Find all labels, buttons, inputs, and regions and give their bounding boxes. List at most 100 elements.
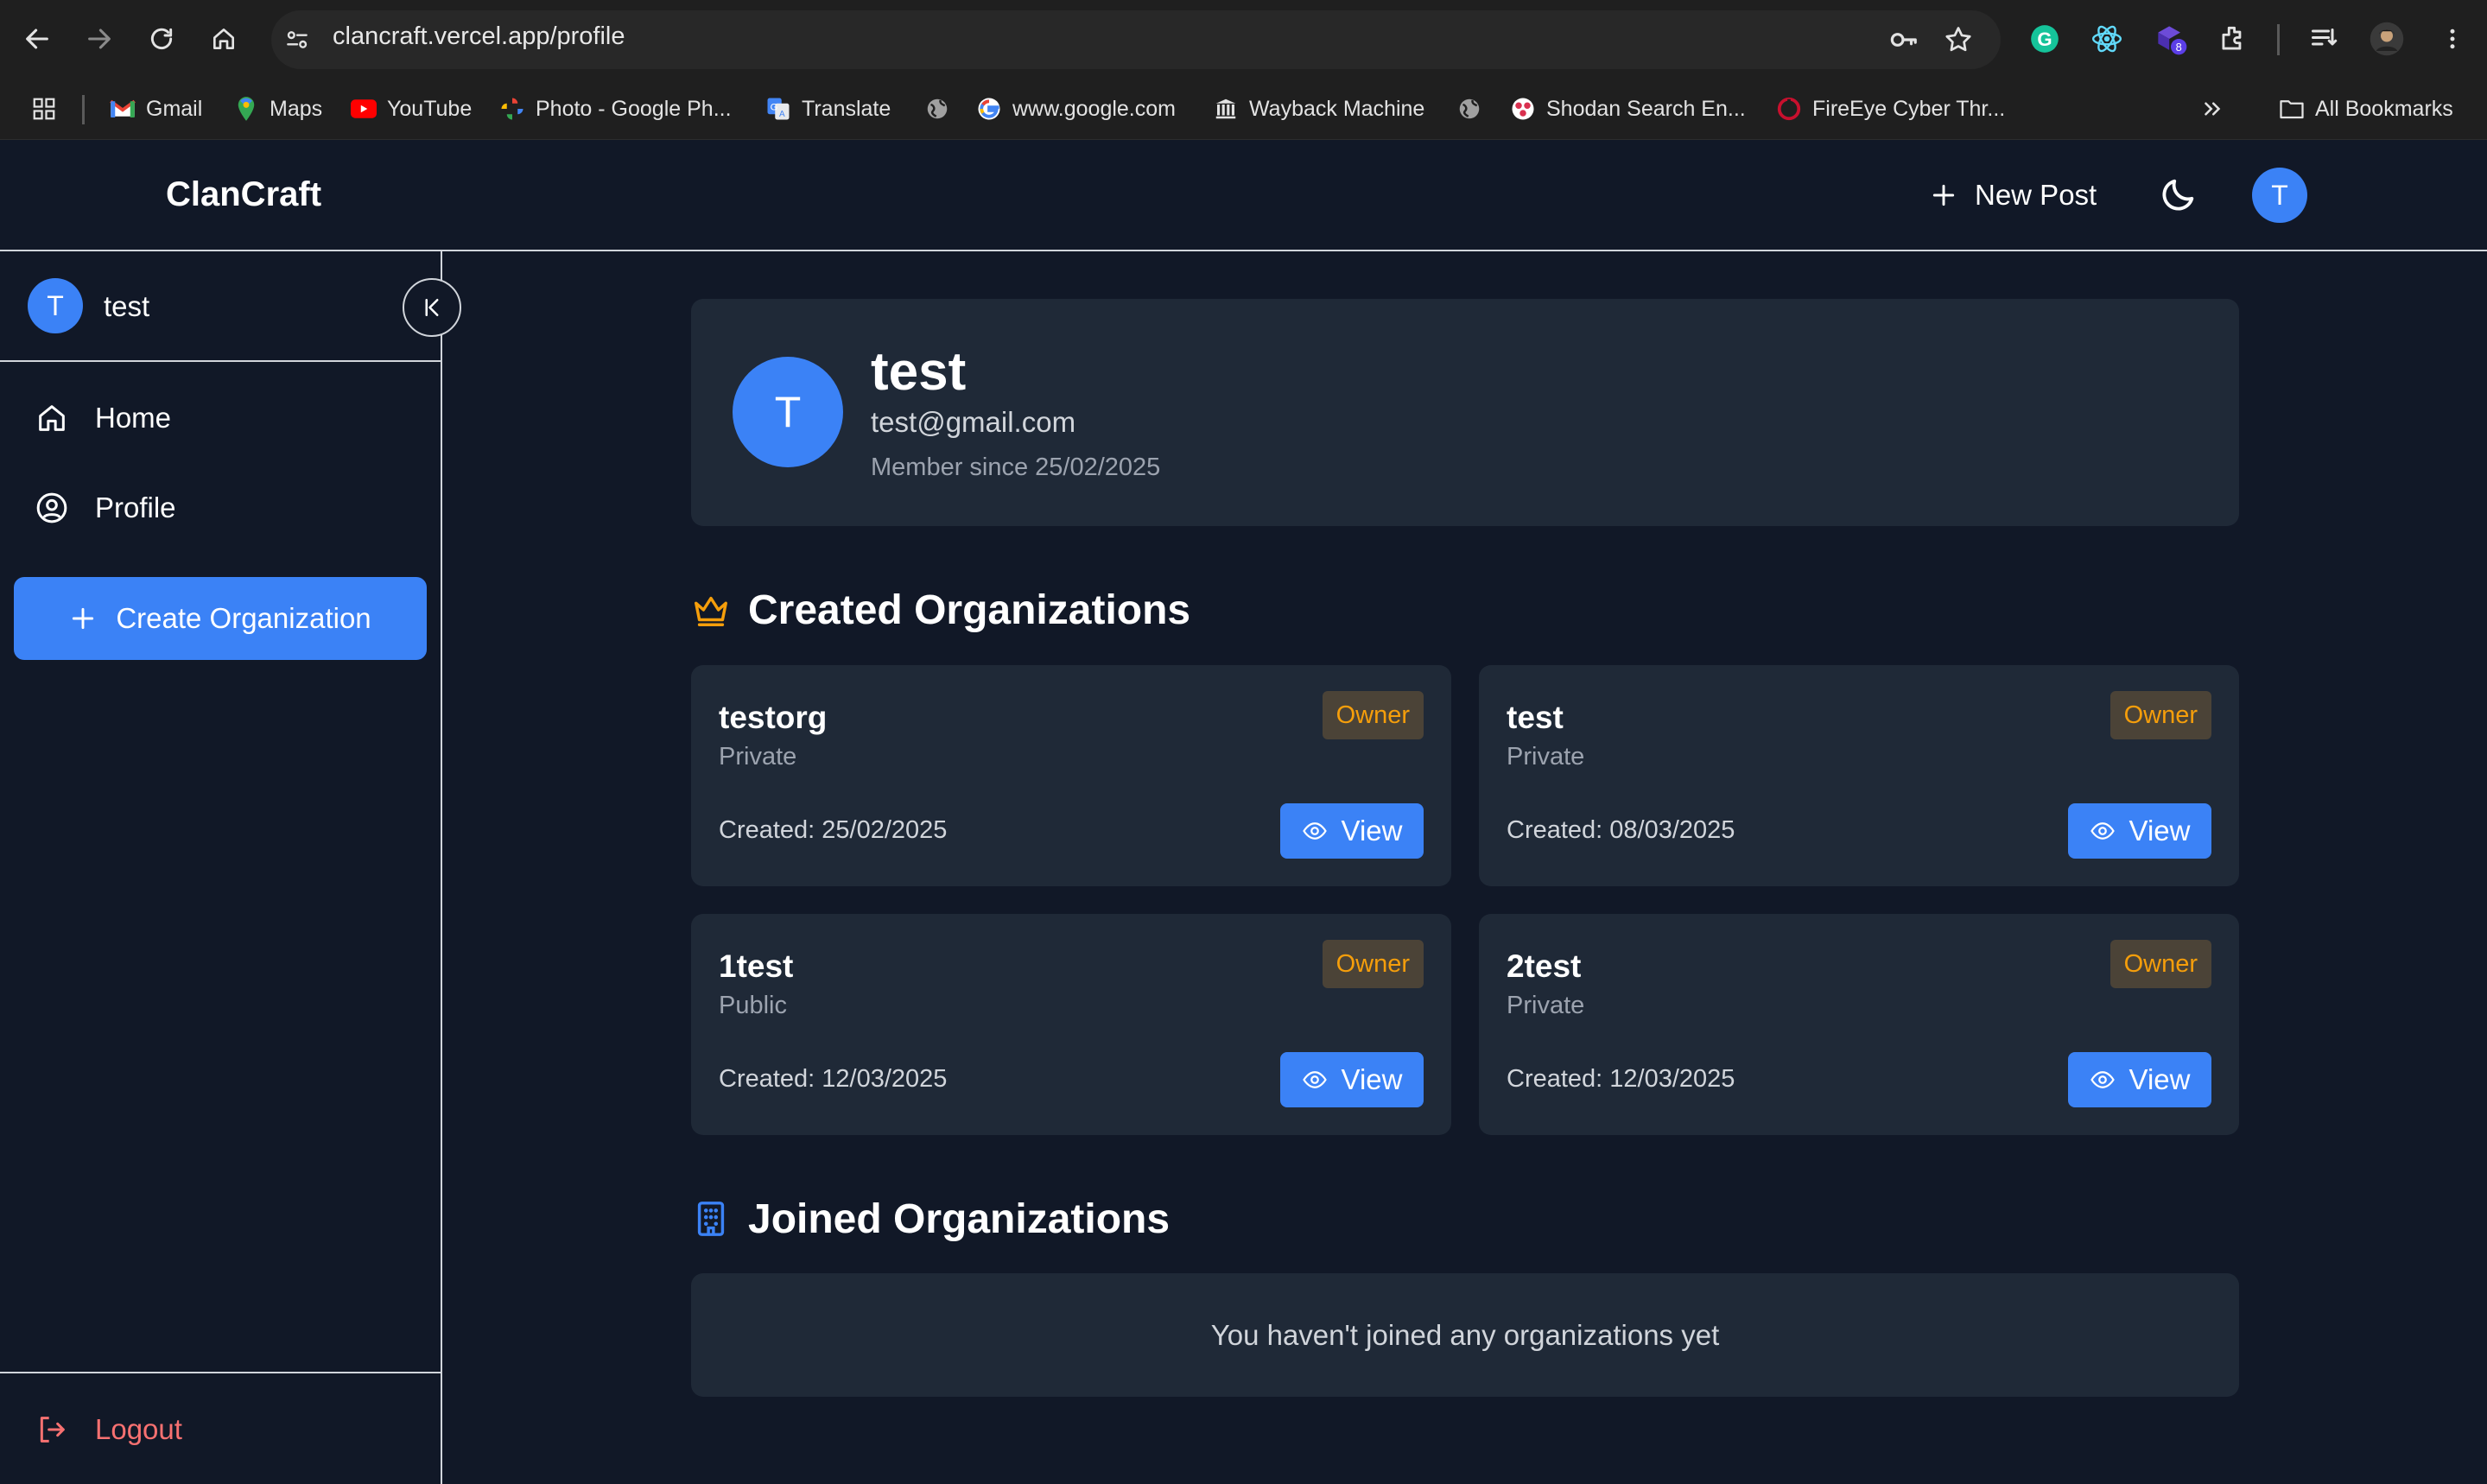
- logout-icon: [40, 1417, 65, 1443]
- globe-icon: [924, 96, 950, 122]
- bookmark-fireeye[interactable]: FireEye Cyber Thr...: [1776, 93, 2005, 124]
- youtube-icon: [351, 96, 377, 122]
- bookmark-label: FireEye Cyber Thr...: [1812, 96, 2006, 121]
- collapse-sidebar-button[interactable]: [403, 278, 461, 337]
- building-icon: [697, 1202, 725, 1236]
- org-visibility: Private: [719, 743, 797, 771]
- bookmark-label: Translate: [802, 96, 891, 121]
- created-organizations-heading: Created Organizations: [691, 584, 1190, 636]
- extensions-puzzle-icon[interactable]: [2213, 19, 2253, 59]
- forward-button[interactable]: [79, 19, 119, 59]
- eye-icon: [1302, 822, 1327, 840]
- bookmark-globe-2[interactable]: [1456, 93, 1482, 124]
- plus-icon: [73, 607, 94, 630]
- bookmark-translate[interactable]: GA Translate: [765, 93, 891, 124]
- org-visibility: Public: [719, 992, 787, 1019]
- home-icon: [39, 405, 65, 431]
- brand-logo[interactable]: ClanCraft: [166, 175, 321, 214]
- reload-button[interactable]: [142, 19, 181, 59]
- password-key-icon[interactable]: [1886, 22, 1920, 57]
- react-devtools-extension-icon[interactable]: [2087, 19, 2127, 59]
- user-circle-icon: [36, 492, 67, 523]
- bookmark-gmail[interactable]: Gmail: [110, 93, 202, 124]
- reload-icon: [150, 28, 173, 49]
- more-bookmarks-chevron-icon[interactable]: [2199, 93, 2225, 124]
- sidebar-item-home[interactable]: Home: [35, 394, 171, 442]
- org-created-date: Created: 12/03/2025: [1507, 1065, 1735, 1093]
- logout-label: Logout: [95, 1413, 182, 1445]
- org-created-date: Created: 12/03/2025: [719, 1065, 948, 1093]
- org-created-date: Created: 25/02/2025: [719, 816, 948, 844]
- folder-icon: [2279, 96, 2305, 122]
- org-visibility: Private: [1507, 743, 1585, 771]
- joined-organizations-heading: Joined Organizations: [691, 1193, 1170, 1245]
- view-org-button[interactable]: View: [2068, 803, 2211, 859]
- arrow-right-icon: [88, 29, 111, 49]
- sidebar-item-label: Home: [95, 402, 172, 434]
- back-button[interactable]: [17, 19, 57, 59]
- purple-extension-icon[interactable]: 8: [2151, 19, 2191, 59]
- bookmark-label: Gmail: [146, 96, 203, 121]
- globe-icon: [1456, 96, 1482, 122]
- crown-icon: [695, 596, 727, 626]
- view-org-button[interactable]: View: [1280, 1052, 1424, 1107]
- profile-avatar: T: [733, 357, 843, 467]
- org-card-test: test Private Created: 08/03/2025 Owner V…: [1479, 665, 2239, 886]
- chrome-menu-icon[interactable]: [2433, 19, 2472, 59]
- bookmark-star-icon[interactable]: [1941, 22, 1976, 57]
- svg-text:8: 8: [2176, 41, 2182, 54]
- all-bookmarks-label: All Bookmarks: [2315, 96, 2453, 121]
- sidebar-item-profile[interactable]: Profile: [35, 484, 176, 532]
- view-label: View: [2129, 1063, 2191, 1095]
- org-name: 1test: [719, 948, 794, 984]
- bookmark-shodan[interactable]: Shodan Search En...: [1510, 93, 1746, 124]
- view-org-button[interactable]: View: [1280, 803, 1424, 859]
- org-card-testorg: testorg Private Created: 25/02/2025 Owne…: [691, 665, 1451, 886]
- bookmark-globe[interactable]: [924, 93, 950, 124]
- owner-badge: Owner: [1322, 940, 1424, 988]
- bookmark-wayback[interactable]: Wayback Machine: [1213, 93, 1424, 124]
- section-title-text: Joined Organizations: [748, 1195, 1171, 1242]
- svg-text:A: A: [779, 110, 785, 119]
- bookmark-label: www.google.com: [1012, 96, 1176, 121]
- all-bookmarks[interactable]: All Bookmarks: [2279, 93, 2453, 124]
- org-card-2test: 2test Private Created: 12/03/2025 Owner …: [1479, 914, 2239, 1135]
- google-translate-icon: GA: [765, 96, 791, 122]
- reading-list-icon[interactable]: [2305, 19, 2344, 59]
- browser-profile-avatar[interactable]: [2367, 19, 2407, 59]
- fireeye-icon: [1776, 96, 1802, 122]
- bookmark-youtube[interactable]: YouTube: [351, 93, 472, 124]
- grammarly-extension-icon[interactable]: G: [2025, 19, 2065, 59]
- bookmark-google[interactable]: www.google.com: [976, 93, 1176, 124]
- eye-icon: [2090, 822, 2115, 840]
- site-settings-icon[interactable]: [282, 26, 313, 54]
- svg-text:G: G: [2037, 29, 2052, 50]
- view-label: View: [2129, 815, 2191, 847]
- bookmark-photos[interactable]: Photo - Google Ph...: [499, 93, 732, 124]
- bookmark-maps[interactable]: Maps: [233, 93, 322, 124]
- logout-button[interactable]: Logout: [35, 1405, 182, 1454]
- svg-text:G: G: [771, 102, 778, 112]
- eye-icon: [1302, 1071, 1327, 1088]
- shodan-icon: [1510, 96, 1536, 122]
- new-post-button[interactable]: New Post: [1930, 173, 2097, 218]
- home-browser-button[interactable]: [204, 19, 244, 59]
- collapse-left-icon: [425, 299, 439, 316]
- owner-badge: Owner: [1322, 691, 1424, 739]
- sidebar-divider: [0, 1372, 442, 1373]
- url-text[interactable]: clancraft.vercel.app/profile: [333, 22, 625, 51]
- header-avatar[interactable]: T: [2252, 168, 2307, 223]
- sidebar-avatar: T: [28, 278, 83, 333]
- apps-grid-icon[interactable]: [31, 93, 57, 124]
- view-org-button[interactable]: View: [2068, 1052, 2211, 1107]
- google-photos-icon: [499, 96, 525, 122]
- create-organization-button[interactable]: Create Organization: [14, 577, 427, 660]
- org-name: 2test: [1507, 948, 1582, 984]
- theme-toggle-button[interactable]: [2157, 173, 2200, 216]
- app-header: [0, 140, 2487, 251]
- owner-badge: Owner: [2110, 691, 2211, 739]
- view-label: View: [1341, 1063, 1403, 1095]
- arrow-left-icon: [26, 29, 48, 49]
- create-organization-label: Create Organization: [116, 602, 371, 634]
- org-name: testorg: [719, 700, 828, 735]
